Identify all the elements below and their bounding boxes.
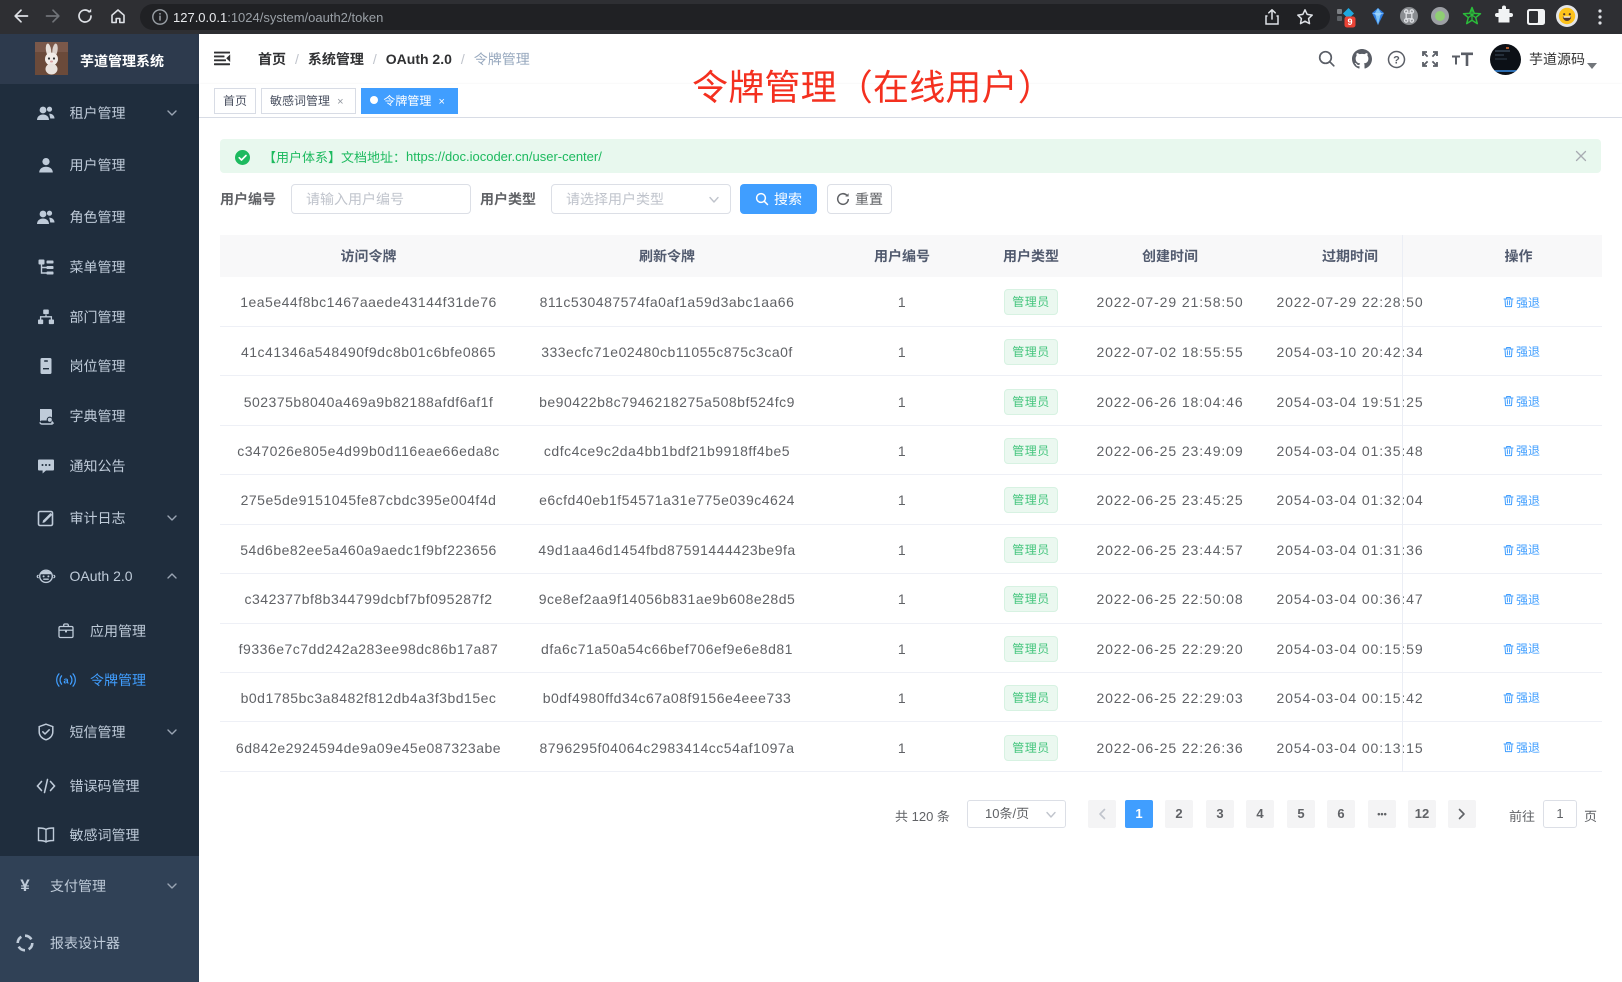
svg-text:9: 9 (1347, 17, 1352, 27)
svg-text:?: ? (1393, 54, 1400, 66)
svg-text:a: a (63, 676, 69, 687)
